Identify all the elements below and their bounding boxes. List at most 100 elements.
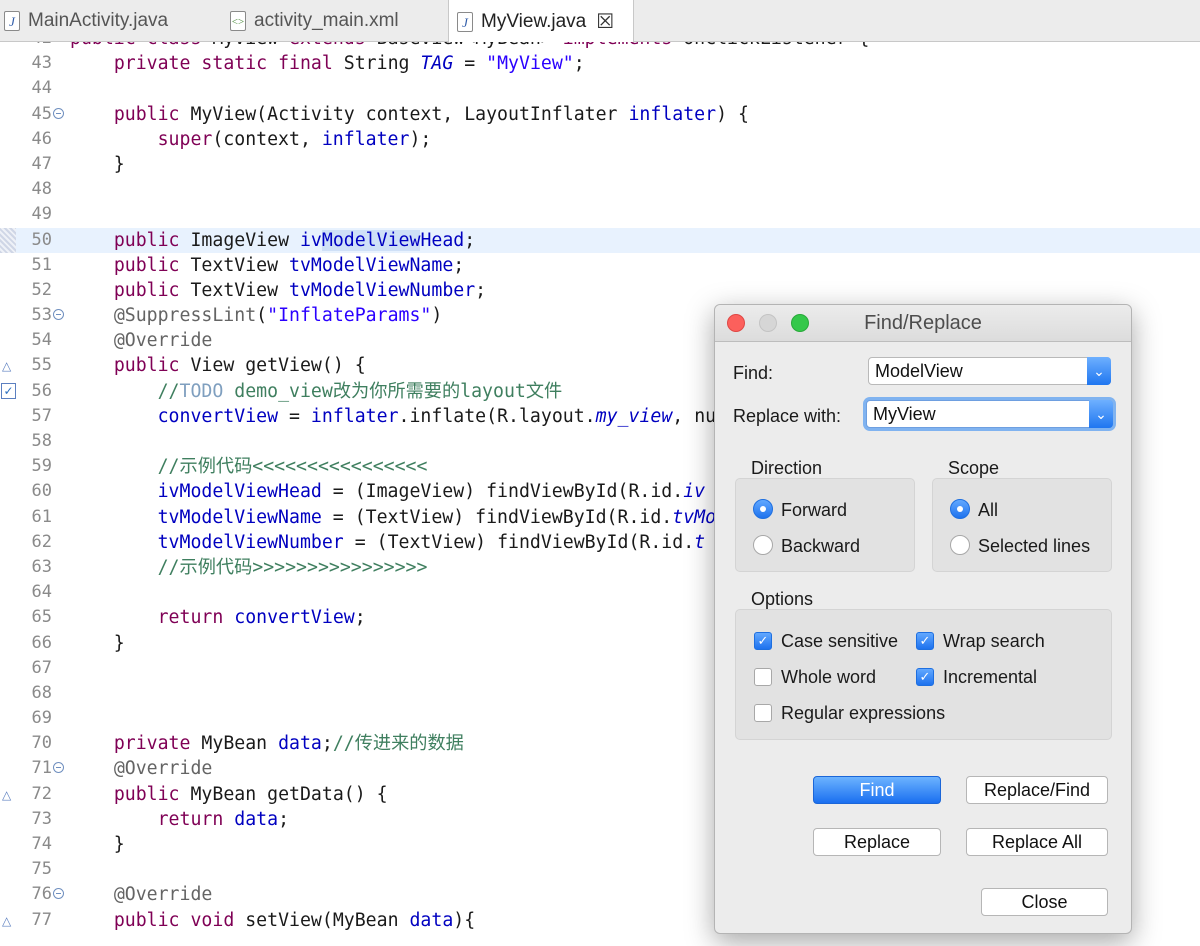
- chevron-down-icon[interactable]: ⌄: [1087, 357, 1111, 385]
- fold-toggle-icon[interactable]: [53, 888, 64, 900]
- line-number: 63: [31, 556, 52, 577]
- code-line[interactable]: 46 super(context, inflater);: [0, 127, 1200, 152]
- java-file-icon: J: [457, 11, 473, 32]
- tab-mainactivity-java[interactable]: J MainActivity.java: [0, 0, 215, 42]
- direction-group: [735, 478, 915, 572]
- case-sensitive-checkbox[interactable]: ✓: [754, 632, 772, 650]
- fold-toggle-icon[interactable]: [53, 309, 64, 321]
- code-line[interactable]: 44: [0, 76, 1200, 101]
- line-number: 46: [31, 128, 52, 149]
- scope-title: Scope: [948, 458, 1000, 478]
- line-number: 60: [31, 481, 52, 502]
- code-line[interactable]: 48: [0, 177, 1200, 202]
- direction-forward-radio[interactable]: [753, 499, 773, 519]
- code-text: //示例代码<<<<<<<<<<<<<<<<: [157, 456, 428, 478]
- scope-all-radio[interactable]: [950, 499, 970, 519]
- find-replace-dialog: Find/Replace Find: ModelView ⌄ Replace w…: [714, 304, 1132, 934]
- direction-backward-label[interactable]: Backward: [781, 536, 860, 557]
- direction-title: Direction: [751, 458, 823, 478]
- incremental-label[interactable]: Incremental: [943, 667, 1037, 688]
- line-number: 77: [31, 909, 52, 930]
- whole-word-checkbox[interactable]: [754, 668, 772, 686]
- code-text: public void setView(MyBean data){: [113, 909, 476, 931]
- code-text: }: [70, 153, 125, 175]
- regular-expressions-label[interactable]: Regular expressions: [781, 703, 945, 724]
- line-number: 50: [31, 229, 52, 250]
- scope-selected-lines-label[interactable]: Selected lines: [978, 536, 1090, 557]
- line-number: 43: [31, 53, 52, 74]
- code-text: public View getView() {: [113, 355, 366, 377]
- task-marker-icon[interactable]: ✓: [1, 382, 16, 399]
- line-number: 54: [31, 330, 52, 351]
- wrap-search-checkbox[interactable]: ✓: [916, 632, 934, 650]
- line-number: 58: [31, 431, 52, 451]
- line-number: 72: [31, 783, 52, 804]
- code-text: tvModelViewName = (TextView) findViewByI…: [157, 506, 717, 528]
- code-text: ivModelViewHead = (ImageView) findViewBy…: [157, 481, 706, 503]
- xml-file-icon: <>: [230, 11, 246, 31]
- code-text: private MyBean data;//传进来的数据: [113, 733, 464, 755]
- fold-toggle-icon[interactable]: [53, 762, 64, 774]
- close-icon[interactable]: ☒: [596, 9, 614, 34]
- direction-backward-radio[interactable]: [753, 535, 773, 555]
- scope-selected-lines-radio[interactable]: [950, 535, 970, 555]
- code-line[interactable]: 51 public TextView tvModelViewName;: [0, 253, 1200, 278]
- scope-all-label[interactable]: All: [978, 500, 998, 521]
- tab-label: MainActivity.java: [28, 10, 169, 31]
- code-line[interactable]: 50 public ImageView ivModelViewHead;: [0, 227, 1200, 253]
- code-line[interactable]: 49: [0, 202, 1200, 227]
- replace-input[interactable]: MyView: [873, 401, 936, 427]
- code-text: public TextView tvModelViewNumber;: [113, 279, 487, 301]
- regular-expressions-checkbox[interactable]: [754, 704, 772, 722]
- line-number: 49: [31, 204, 52, 225]
- replace-combo[interactable]: MyView ⌄: [866, 400, 1113, 428]
- code-line[interactable]: 47 }: [0, 152, 1200, 177]
- line-number: 52: [31, 279, 52, 300]
- code-text: public TextView tvModelViewName;: [113, 254, 465, 276]
- find-combo[interactable]: ModelView ⌄: [868, 357, 1111, 385]
- line-number: 44: [31, 78, 52, 99]
- tab-myview-java[interactable]: J MyView.java ☒: [448, 0, 634, 43]
- override-marker-icon[interactable]: △: [2, 788, 11, 802]
- dialog-titlebar[interactable]: Find/Replace: [715, 305, 1131, 342]
- close-button[interactable]: Close: [981, 888, 1108, 916]
- find-button[interactable]: Find: [813, 776, 941, 804]
- override-marker-icon[interactable]: △: [2, 359, 11, 373]
- code-text: private static final String TAG = "MyVie…: [113, 53, 585, 75]
- line-number: 67: [31, 657, 52, 678]
- line-number: 65: [31, 607, 52, 628]
- line-number: 45: [31, 103, 52, 124]
- code-text: public class MyView extends BaseView<MyB…: [70, 42, 869, 51]
- code-line[interactable]: 52 public TextView tvModelViewNumber;: [0, 278, 1200, 303]
- code-line[interactable]: 42 public class MyView extends BaseView<M…: [0, 42, 1200, 51]
- line-number: 66: [31, 632, 52, 653]
- line-number: 56: [31, 380, 52, 401]
- line-number: 51: [31, 254, 52, 275]
- replace-find-button[interactable]: Replace/Find: [966, 776, 1108, 804]
- line-number: 73: [31, 808, 52, 829]
- code-text: @Override: [113, 330, 213, 352]
- tab-label: activity_main.xml: [254, 10, 399, 31]
- incremental-checkbox[interactable]: ✓: [916, 668, 934, 686]
- direction-forward-label[interactable]: Forward: [781, 500, 847, 521]
- code-text: return convertView;: [157, 607, 366, 629]
- override-marker-icon[interactable]: △: [2, 914, 11, 928]
- whole-word-label[interactable]: Whole word: [781, 667, 876, 688]
- chevron-down-icon[interactable]: ⌄: [1089, 400, 1113, 428]
- code-text: //示例代码>>>>>>>>>>>>>>>>: [157, 556, 428, 578]
- replace-button[interactable]: Replace: [813, 828, 941, 856]
- code-text: tvModelViewNumber = (TextView) findViewB…: [157, 531, 706, 553]
- code-line[interactable]: 45 public MyView(Activity context, Layou…: [0, 102, 1200, 127]
- code-text: return data;: [157, 808, 290, 830]
- replace-all-button[interactable]: Replace All: [966, 828, 1108, 856]
- line-number: 57: [31, 405, 52, 426]
- wrap-search-label[interactable]: Wrap search: [943, 631, 1045, 652]
- tab-activity-main-xml[interactable]: <> activity_main.xml: [226, 0, 446, 42]
- editor-tab-bar: J MainActivity.java <> activity_main.xml…: [0, 0, 1200, 43]
- find-input[interactable]: ModelView: [875, 358, 963, 384]
- code-line[interactable]: 43 private static final String TAG = "My…: [0, 51, 1200, 76]
- fold-toggle-icon[interactable]: [53, 107, 64, 119]
- line-number: 74: [31, 834, 52, 854]
- case-sensitive-label[interactable]: Case sensitive: [781, 631, 898, 652]
- line-number: 59: [31, 456, 52, 477]
